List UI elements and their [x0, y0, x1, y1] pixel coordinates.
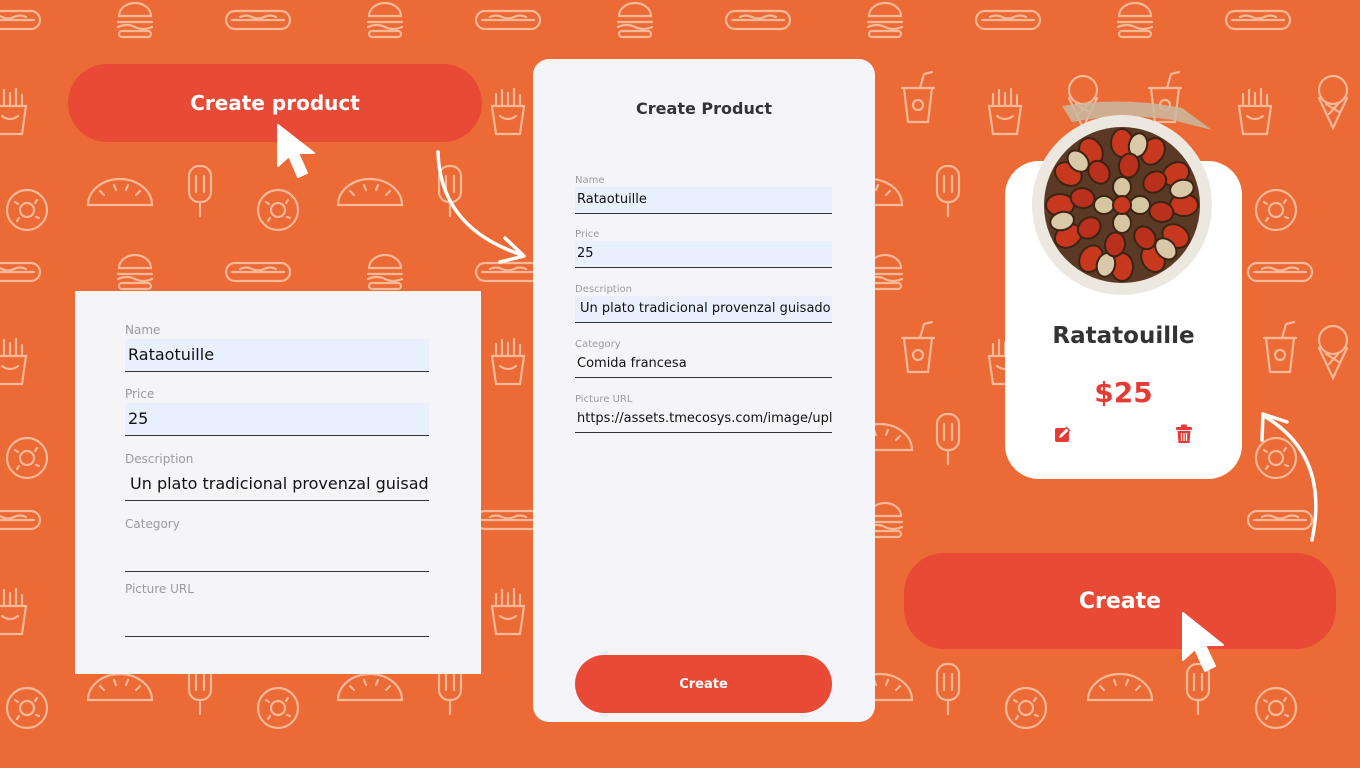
mobile-picture-url-label: Picture URL: [575, 394, 633, 405]
price-label: Price: [125, 387, 155, 401]
picture-url-input[interactable]: [125, 604, 429, 637]
category-field: Category: [125, 517, 429, 572]
mobile-description-label: Description: [575, 284, 632, 295]
pointer-cursor-icon: [1182, 612, 1224, 672]
name-input[interactable]: Rataotuille: [125, 339, 429, 372]
category-label: Category: [125, 517, 180, 531]
mobile-description-field: Description Un plato tradicional provenz…: [575, 284, 832, 323]
mobile-price-field: Price 25: [575, 229, 832, 268]
mobile-picture-url-field: Picture URL https://assets.tmecosys.com/…: [575, 394, 832, 433]
mobile-name-input[interactable]: Rataotuille: [575, 187, 832, 214]
description-label: Description: [125, 452, 194, 466]
flow-arrow-to-form: [436, 150, 524, 257]
mobile-create-button[interactable]: Create: [575, 655, 832, 713]
create-button[interactable]: Create: [904, 553, 1336, 649]
product-image: [1032, 101, 1212, 295]
mobile-name-label: Name: [575, 175, 605, 186]
price-field: Price 25: [125, 387, 429, 436]
price-input[interactable]: 25: [125, 403, 429, 436]
mobile-picture-url-input[interactable]: https://assets.tmecosys.com/image/uplo: [575, 406, 832, 433]
create-product-screen: Create Product Name Rataotuille Price 25…: [533, 59, 875, 722]
category-input[interactable]: [125, 539, 429, 572]
picture-url-label: Picture URL: [125, 582, 194, 596]
mobile-category-field: Category Comida francesa: [575, 339, 832, 378]
description-input[interactable]: Un plato tradicional provenzal guisado: [125, 468, 429, 501]
mobile-name-field: Name Rataotuille: [575, 175, 832, 214]
trash-icon[interactable]: [1175, 424, 1193, 444]
screen-title: Create Product: [636, 99, 772, 118]
product-price: $25: [1094, 376, 1153, 409]
product-name: Ratatouille: [1052, 323, 1195, 349]
mobile-description-input[interactable]: Un plato tradicional provenzal guisado v: [575, 296, 832, 323]
mobile-category-input[interactable]: Comida francesa: [575, 351, 832, 378]
edit-icon[interactable]: [1054, 425, 1072, 443]
mobile-category-label: Category: [575, 339, 621, 350]
mobile-price-label: Price: [575, 229, 600, 240]
flow-arrow-to-card: [1262, 414, 1318, 542]
product-form-zoomed: Name Rataotuille Price 25 Description Un…: [75, 291, 481, 674]
name-field: Name Rataotuille: [125, 323, 429, 372]
description-field: Description Un plato tradicional provenz…: [125, 452, 429, 501]
picture-url-field: Picture URL: [125, 582, 429, 637]
name-label: Name: [125, 323, 161, 337]
description-value: Un plato tradicional provenzal guisado: [130, 474, 429, 493]
mobile-price-input[interactable]: 25: [575, 241, 832, 268]
